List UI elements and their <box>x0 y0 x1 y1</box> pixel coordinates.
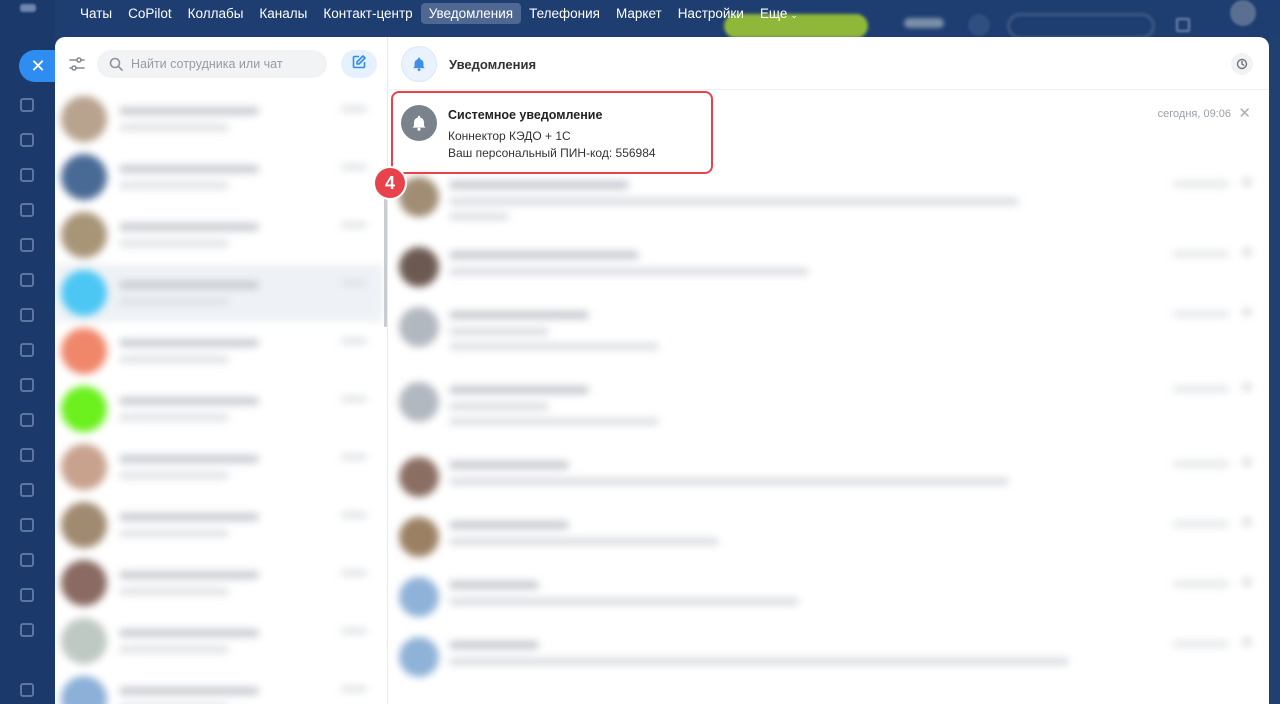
portal-window-icon <box>1176 18 1190 32</box>
portal-user-avatar <box>1230 0 1256 26</box>
left-menu-icon <box>20 683 34 697</box>
avatar <box>61 154 107 200</box>
close-icon: ✕ <box>30 55 46 76</box>
left-menu-icon <box>20 308 34 322</box>
list-item[interactable] <box>55 612 383 670</box>
left-menu-icon <box>20 133 34 147</box>
notification-title: Системное уведомление <box>448 108 603 122</box>
system-notification: Системное уведомление Коннектор КЭДО + 1… <box>389 91 1269 161</box>
left-menu-icon <box>20 343 34 357</box>
list-item[interactable] <box>55 380 383 438</box>
search-input[interactable] <box>131 57 321 71</box>
search-icon <box>109 57 123 71</box>
portal-logo <box>20 4 36 12</box>
tab-settings[interactable]: Настройки <box>670 3 752 24</box>
chat-sidebar <box>55 37 388 704</box>
tab-notifications[interactable]: Уведомления <box>420 2 522 24</box>
avatar <box>61 212 107 258</box>
avatar <box>61 328 107 374</box>
list-item <box>389 625 1269 695</box>
left-menu-icon <box>20 413 34 427</box>
chat-list <box>55 90 383 704</box>
close-button[interactable]: ✕ <box>19 50 57 82</box>
portal-left-menu <box>0 0 55 704</box>
list-item[interactable] <box>55 670 383 704</box>
messenger-top-menu: Чаты CoPilot Коллабы Каналы Контакт-цент… <box>72 0 806 26</box>
left-menu-icon <box>20 238 34 252</box>
portal-help-icon <box>968 14 990 36</box>
filter-sliders-icon[interactable] <box>67 54 87 74</box>
chevron-down-icon: ⌄ <box>790 9 798 20</box>
list-item[interactable] <box>55 148 383 206</box>
tab-contact-center[interactable]: Контакт-центр <box>315 3 420 24</box>
list-item <box>389 295 1269 365</box>
tab-more[interactable]: Еще ⌄ <box>752 3 806 24</box>
tab-chats[interactable]: Чаты <box>72 3 120 24</box>
left-menu-icon <box>20 448 34 462</box>
compose-button[interactable] <box>341 50 377 78</box>
list-item[interactable] <box>55 438 383 496</box>
left-menu-icon <box>20 623 34 637</box>
list-item[interactable] <box>55 554 383 612</box>
tab-market[interactable]: Маркет <box>608 3 670 24</box>
avatar <box>61 618 107 664</box>
notification-source: Коннектор КЭДО + 1С <box>448 129 571 143</box>
system-bell-icon <box>401 105 437 141</box>
compose-icon <box>351 54 367 75</box>
left-menu-icon <box>20 483 34 497</box>
notification-time: сегодня, 09:06 <box>1157 108 1231 120</box>
tab-more-label: Еще <box>759 5 788 21</box>
left-menu-icon <box>20 518 34 532</box>
notification-list <box>389 165 1269 704</box>
list-item <box>389 370 1269 440</box>
tab-copilot[interactable]: CoPilot <box>120 3 180 24</box>
portal-online-status <box>904 18 944 28</box>
page-title: Уведомления <box>449 57 537 72</box>
list-item[interactable] <box>55 90 383 148</box>
avatar <box>61 96 107 142</box>
left-menu-icon <box>20 553 34 567</box>
avatar <box>61 560 107 606</box>
close-icon[interactable]: ✕ <box>1238 104 1251 122</box>
list-item <box>389 165 1269 235</box>
left-menu-icon <box>20 98 34 112</box>
avatar <box>61 676 107 704</box>
tab-channels[interactable]: Каналы <box>251 3 315 24</box>
notification-settings-button[interactable] <box>1231 53 1253 75</box>
left-menu-icon <box>20 203 34 217</box>
avatar <box>61 386 107 432</box>
list-item[interactable] <box>55 206 383 264</box>
list-item[interactable] <box>55 264 383 322</box>
notifications-area: Уведомления Системное уведомление Коннек… <box>389 37 1269 704</box>
notification-pin-text: Ваш персональный ПИН-код: 556984 <box>448 146 656 160</box>
avatar <box>61 270 107 316</box>
left-menu-icon <box>20 588 34 602</box>
list-item[interactable] <box>55 322 383 380</box>
portal-access-button <box>1008 14 1154 38</box>
left-menu-icon <box>20 273 34 287</box>
avatar <box>61 444 107 490</box>
list-item[interactable] <box>55 496 383 554</box>
avatar <box>61 502 107 548</box>
left-menu-icon <box>20 168 34 182</box>
step-badge: 4 <box>373 166 407 200</box>
search-box[interactable] <box>97 50 327 78</box>
messenger-panel: Уведомления Системное уведомление Коннек… <box>55 37 1269 704</box>
notifications-header: Уведомления <box>389 37 1269 90</box>
portal-right-edge <box>1269 36 1280 704</box>
bell-icon <box>401 46 437 82</box>
sidebar-toolbar <box>55 37 388 90</box>
left-menu-icon <box>20 378 34 392</box>
tab-telephony[interactable]: Телефония <box>521 3 608 24</box>
tab-collabs[interactable]: Коллабы <box>180 3 252 24</box>
